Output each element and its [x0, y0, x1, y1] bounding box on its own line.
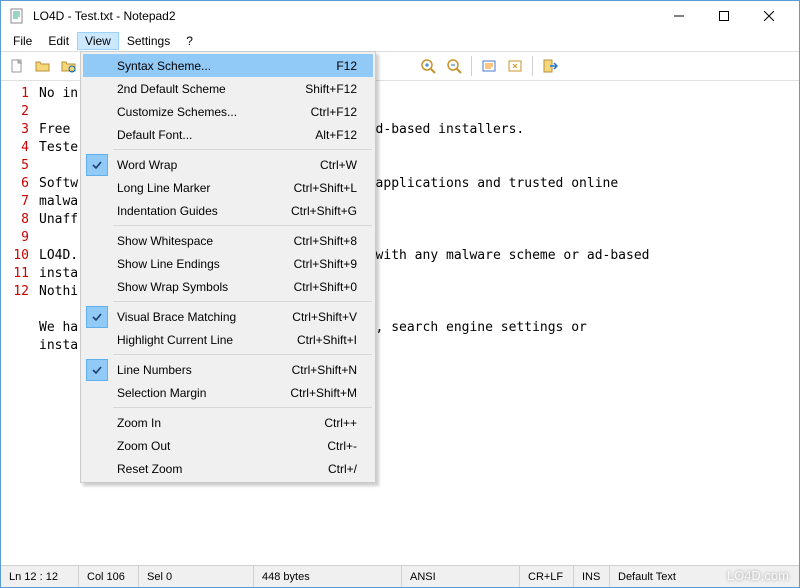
menu-item-zoom-out[interactable]: Zoom OutCtrl+- — [83, 434, 373, 457]
menu-item-shortcut: Ctrl+Shift+0 — [294, 280, 373, 294]
checkmark-icon — [86, 306, 108, 328]
close-button[interactable] — [746, 1, 791, 31]
minimize-button[interactable] — [656, 1, 701, 31]
menu-item-shortcut: Ctrl++ — [324, 416, 373, 430]
menu-item-label: Visual Brace Matching — [111, 310, 292, 324]
status-selection: Sel 0 — [139, 566, 254, 587]
toolbar-separator — [532, 56, 533, 76]
menu-item-shortcut: Ctrl+F12 — [311, 105, 373, 119]
menu-item-word-wrap[interactable]: Word WrapCtrl+W — [83, 153, 373, 176]
menu-item-shortcut: Ctrl+Shift+I — [297, 333, 373, 347]
menu-separator — [113, 149, 372, 150]
exit-button[interactable] — [538, 54, 562, 78]
status-encoding[interactable]: ANSI — [402, 566, 520, 587]
status-line[interactable]: Ln 12 : 12 — [1, 566, 79, 587]
menu-settings[interactable]: Settings — [119, 32, 178, 50]
app-icon — [9, 8, 25, 24]
menu-item-shortcut: Ctrl+Shift+8 — [294, 234, 373, 248]
maximize-button[interactable] — [701, 1, 746, 31]
menubar: File Edit View Settings ? — [1, 31, 799, 51]
menu-item-zoom-in[interactable]: Zoom InCtrl++ — [83, 411, 373, 434]
menu-item-2nd-default-scheme[interactable]: 2nd Default SchemeShift+F12 — [83, 77, 373, 100]
scheme-button[interactable] — [477, 54, 501, 78]
view-menu-dropdown: Syntax Scheme...F122nd Default SchemeShi… — [80, 51, 376, 483]
titlebar: LO4D - Test.txt - Notepad2 — [1, 1, 799, 31]
checkmark-icon — [86, 359, 108, 381]
status-filesize: 448 bytes — [254, 566, 402, 587]
menu-item-label: Long Line Marker — [111, 181, 294, 195]
window-title: LO4D - Test.txt - Notepad2 — [33, 9, 656, 23]
menu-item-reset-zoom[interactable]: Reset ZoomCtrl+/ — [83, 457, 373, 480]
menu-help[interactable]: ? — [178, 32, 201, 50]
statusbar: Ln 12 : 12 Col 106 Sel 0 448 bytes ANSI … — [1, 565, 799, 587]
menu-item-label: Show Wrap Symbols — [111, 280, 294, 294]
menu-item-highlight-current-line[interactable]: Highlight Current LineCtrl+Shift+I — [83, 328, 373, 351]
menu-item-label: Highlight Current Line — [111, 333, 297, 347]
menu-item-label: Zoom Out — [111, 439, 327, 453]
menu-item-shortcut: F12 — [336, 59, 373, 73]
status-insertmode[interactable]: INS — [574, 566, 610, 587]
menu-item-shortcut: Ctrl+Shift+L — [294, 181, 373, 195]
menu-item-visual-brace-matching[interactable]: Visual Brace MatchingCtrl+Shift+V — [83, 305, 373, 328]
menu-item-shortcut: Ctrl+Shift+N — [292, 363, 373, 377]
menu-item-label: Show Whitespace — [111, 234, 294, 248]
menu-view[interactable]: View — [77, 32, 119, 50]
line-number-gutter: 123456789101112 — [1, 81, 33, 565]
status-column: Col 106 — [79, 566, 139, 587]
menu-item-label: Default Font... — [111, 128, 315, 142]
menu-item-shortcut: Ctrl+Shift+9 — [294, 257, 373, 271]
menu-item-label: Selection Margin — [111, 386, 290, 400]
menu-item-show-whitespace[interactable]: Show WhitespaceCtrl+Shift+8 — [83, 229, 373, 252]
menu-item-shortcut: Shift+F12 — [305, 82, 373, 96]
menu-item-label: Reset Zoom — [111, 462, 328, 476]
menu-item-show-wrap-symbols[interactable]: Show Wrap SymbolsCtrl+Shift+0 — [83, 275, 373, 298]
checkmark-icon — [86, 154, 108, 176]
window-controls — [656, 1, 791, 31]
menu-item-shortcut: Ctrl+/ — [328, 462, 373, 476]
menu-item-label: Indentation Guides — [111, 204, 291, 218]
open-file-button[interactable] — [31, 54, 55, 78]
new-file-button[interactable] — [5, 54, 29, 78]
menu-item-label: Show Line Endings — [111, 257, 294, 271]
menu-item-shortcut: Ctrl+- — [327, 439, 373, 453]
menu-item-label: Syntax Scheme... — [111, 59, 336, 73]
menu-item-shortcut: Alt+F12 — [315, 128, 373, 142]
menu-item-shortcut: Ctrl+W — [320, 158, 373, 172]
toolbar-separator — [471, 56, 472, 76]
menu-item-label: Zoom In — [111, 416, 324, 430]
watermark: LO4D.com — [727, 568, 789, 583]
menu-file[interactable]: File — [5, 32, 40, 50]
menu-separator — [113, 225, 372, 226]
menu-item-shortcut: Ctrl+Shift+M — [290, 386, 373, 400]
customize-button[interactable] — [503, 54, 527, 78]
menu-edit[interactable]: Edit — [40, 32, 77, 50]
menu-item-indentation-guides[interactable]: Indentation GuidesCtrl+Shift+G — [83, 199, 373, 222]
menu-item-label: Word Wrap — [111, 158, 320, 172]
status-eol[interactable]: CR+LF — [520, 566, 574, 587]
menu-separator — [113, 407, 372, 408]
menu-item-shortcut: Ctrl+Shift+V — [292, 310, 373, 324]
menu-item-default-font[interactable]: Default Font...Alt+F12 — [83, 123, 373, 146]
menu-separator — [113, 301, 372, 302]
menu-item-shortcut: Ctrl+Shift+G — [291, 204, 373, 218]
menu-item-show-line-endings[interactable]: Show Line EndingsCtrl+Shift+9 — [83, 252, 373, 275]
browse-button[interactable] — [57, 54, 81, 78]
menu-item-selection-margin[interactable]: Selection MarginCtrl+Shift+M — [83, 381, 373, 404]
menu-item-long-line-marker[interactable]: Long Line MarkerCtrl+Shift+L — [83, 176, 373, 199]
zoom-in-button[interactable] — [416, 54, 440, 78]
menu-separator — [113, 354, 372, 355]
menu-item-label: Customize Schemes... — [111, 105, 311, 119]
zoom-out-button[interactable] — [442, 54, 466, 78]
menu-item-line-numbers[interactable]: Line NumbersCtrl+Shift+N — [83, 358, 373, 381]
menu-item-syntax-scheme[interactable]: Syntax Scheme...F12 — [83, 54, 373, 77]
menu-item-customize-schemes[interactable]: Customize Schemes...Ctrl+F12 — [83, 100, 373, 123]
menu-item-label: 2nd Default Scheme — [111, 82, 305, 96]
menu-item-label: Line Numbers — [111, 363, 292, 377]
